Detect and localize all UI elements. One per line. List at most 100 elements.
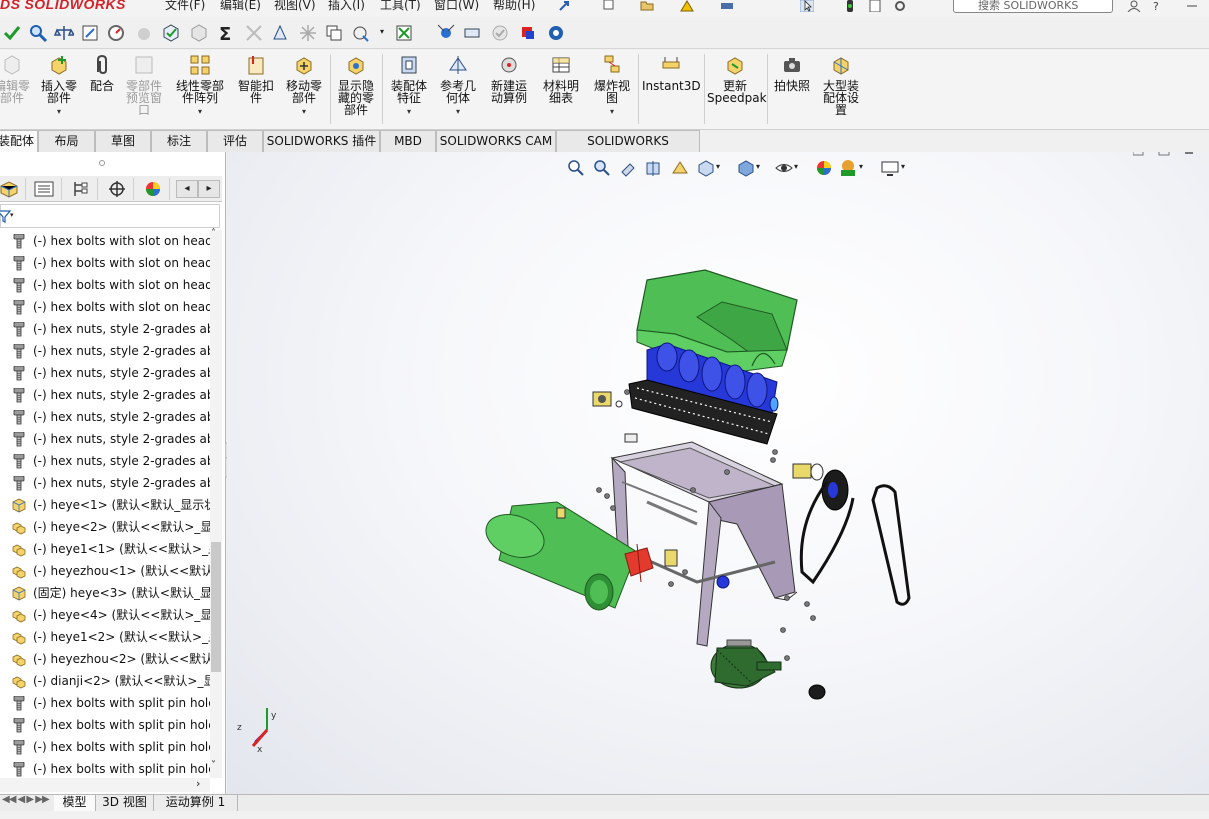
menu-view[interactable]: 视图(V) — [274, 0, 316, 13]
tree-item[interactable]: (-) hex nuts, style 2-grades ab — [0, 428, 210, 450]
large-assembly-settings-button[interactable]: 大型装 配体设 置 — [818, 54, 864, 116]
tree-horizontal-scrollbar[interactable]: › — [0, 777, 210, 792]
tree-item[interactable]: (-) hex bolts with split pin hole — [0, 736, 210, 758]
network-icon[interactable] — [546, 23, 566, 43]
tab-cam[interactable]: SOLIDWORKS CAM — [436, 130, 556, 152]
tab-mbd[interactable]: MBD — [380, 130, 436, 152]
instant3d-button[interactable]: Instant3D — [642, 54, 701, 92]
tree-item[interactable]: (-) hex nuts, style 2-grades ab — [0, 362, 210, 384]
left-bearing-part[interactable] — [592, 391, 623, 408]
tree-item[interactable]: (-) hex bolts with slot on head — [0, 296, 210, 318]
machine-frame-part[interactable] — [610, 441, 798, 647]
menu-help[interactable]: 帮助(H) — [493, 0, 535, 13]
insert-component-caret-icon[interactable]: ▾ — [38, 106, 80, 118]
tree-item[interactable]: (-) hex bolts with split pin hole — [0, 692, 210, 714]
move-component-button[interactable]: 移动零 部件 ▾ — [282, 54, 326, 118]
minimize-icon[interactable] — [1185, 0, 1199, 12]
small-bracket-part[interactable] — [624, 433, 638, 443]
print-icon[interactable] — [720, 0, 734, 12]
update-speedpak-button[interactable]: 更新 Speedpak — [707, 54, 767, 104]
tab-sketch[interactable]: 草图 — [95, 130, 151, 152]
tree-item[interactable]: (-) hex nuts, style 2-grades ab — [0, 406, 210, 428]
zoom-search-icon[interactable] — [28, 23, 48, 43]
reference-geometry-caret-icon[interactable]: ▾ — [436, 106, 480, 118]
linear-pattern-caret-icon[interactable]: ▾ — [170, 106, 230, 118]
tree-item[interactable]: (-) hex nuts, style 2-grades ab — [0, 384, 210, 406]
move-component-caret-icon[interactable]: ▾ — [282, 106, 326, 118]
exploded-view-button[interactable]: 爆炸视 图 ▾ — [590, 54, 634, 118]
tree-item[interactable]: (-) hex nuts, style 2-grades ab — [0, 318, 210, 340]
hand-icon[interactable] — [134, 23, 154, 43]
tree-item[interactable]: (-) hex bolts with split pin hole — [0, 714, 210, 736]
scissors-icon[interactable] — [244, 23, 264, 43]
copy-icon[interactable] — [324, 23, 344, 43]
tree-item[interactable]: (-) hex nuts, style 2-grades ab — [0, 472, 210, 494]
stop-record-icon[interactable] — [518, 23, 538, 43]
filter-caret-icon[interactable]: ▾ — [10, 211, 14, 219]
shield-check-icon[interactable] — [189, 23, 209, 43]
panel-tab-dimxpert[interactable] — [98, 178, 134, 200]
belt-two-part[interactable] — [871, 484, 911, 606]
scroll-right-icon[interactable]: › — [196, 777, 200, 790]
tab-inspection[interactable]: SOLIDWORKS Inspection — [556, 130, 700, 169]
scroll-thumb[interactable] — [211, 542, 221, 672]
tree-item[interactable]: (-) hex nuts, style 2-grades ab — [0, 340, 210, 362]
component-preview-button[interactable]: 零部件 预览窗 口 — [122, 54, 166, 116]
tree-item[interactable]: (-) hex bolts with slot on head — [0, 252, 210, 274]
menu-file[interactable]: 文件(F) — [165, 0, 205, 13]
assembly-features-button[interactable]: 装配体 特征 ▾ — [386, 54, 432, 118]
tree-item[interactable]: (-) heyezhou<1> (默认<<默认> — [0, 560, 210, 582]
tree-item[interactable]: (-) heye<1> (默认<默认_显示状 — [0, 494, 210, 516]
front-housing-part[interactable] — [480, 501, 638, 611]
dropdown-caret-icon[interactable]: ▾ — [380, 27, 384, 36]
exploded-assembly-model[interactable]: z y x — [227, 152, 1209, 794]
rebuild-icon[interactable] — [680, 0, 694, 12]
close-check-icon[interactable] — [394, 23, 414, 43]
motor-pulley-part[interactable] — [808, 684, 826, 700]
user-icon[interactable] — [1127, 0, 1141, 12]
tree-item[interactable]: (-) heyezhou<2> (默认<<默认> — [0, 648, 210, 670]
paint-icon[interactable] — [350, 23, 370, 43]
menu-window[interactable]: 窗口(W) — [434, 0, 479, 13]
tree-item[interactable]: (-) dianji<2> (默认<<默认>_显 — [0, 670, 210, 692]
tree-item[interactable]: (-) hex nuts, style 2-grades ab — [0, 450, 210, 472]
linear-pattern-button[interactable]: 线性零部 件阵列 ▾ — [170, 54, 230, 118]
tab-3d-view[interactable]: 3D 视图 — [96, 795, 154, 811]
new-document-icon[interactable] — [602, 0, 616, 12]
explode-icon[interactable] — [298, 23, 318, 43]
panel-tab-featuremanager[interactable] — [0, 178, 26, 200]
menu-tools[interactable]: 工具(T) — [380, 0, 421, 13]
assembly-features-caret-icon[interactable]: ▾ — [386, 106, 432, 118]
tree-item[interactable]: (-) heye<2> (默认<<默认>_显示 — [0, 516, 210, 538]
select-icon[interactable] — [800, 0, 814, 12]
tree-filter[interactable]: ▾ — [0, 204, 220, 228]
verify-icon[interactable] — [490, 23, 510, 43]
motor-part[interactable] — [710, 639, 782, 689]
mate-button[interactable]: 配合 — [86, 54, 118, 92]
scroll-down-icon[interactable]: ˅ — [211, 760, 216, 771]
tree-item[interactable]: (-) hex bolts with split pin hole — [0, 758, 210, 778]
tab-navigation-arrows-icon[interactable]: ◀◀ ◀ ▶ ▶▶ — [2, 794, 50, 805]
menu-insert[interactable]: 插入(I) — [328, 0, 365, 13]
explode-lines-icon[interactable] — [436, 23, 456, 43]
tab-motion-study[interactable]: 运动算例 1 — [154, 795, 238, 811]
motion-icon[interactable] — [462, 23, 482, 43]
insert-component-button[interactable]: 插入零 部件 ▾ — [38, 54, 80, 118]
graphics-area[interactable]: ▾ ▾ ▾ ▾ ▾ z y x — [227, 152, 1209, 794]
tab-markup[interactable]: 标注 — [151, 130, 207, 152]
panel-grip[interactable] — [99, 160, 105, 166]
panel-tab-configuration[interactable] — [62, 178, 98, 200]
panel-scroll-right-icon[interactable]: ▸ — [198, 180, 220, 198]
search-input[interactable]: 搜索 SOLIDWORKS — [953, 0, 1113, 13]
open-icon[interactable] — [640, 0, 654, 12]
edit-component-button[interactable]: 编辑零 部件 — [0, 54, 32, 104]
check-icon[interactable] — [2, 23, 22, 43]
panel-tab-display[interactable] — [134, 178, 170, 200]
bill-of-materials-button[interactable]: 材料明 细表 — [538, 54, 584, 104]
tree-item[interactable]: (固定) heye<3> (默认<默认_显示 — [0, 582, 210, 604]
options-gear-icon[interactable] — [893, 0, 907, 12]
panel-scroll-left-icon[interactable]: ◂ — [176, 180, 198, 198]
tree-item[interactable]: (-) hex bolts with slot on head — [0, 230, 210, 252]
reference-geometry-button[interactable]: 参考几 何体 ▾ — [436, 54, 480, 118]
tab-layout[interactable]: 布局 — [38, 130, 95, 152]
